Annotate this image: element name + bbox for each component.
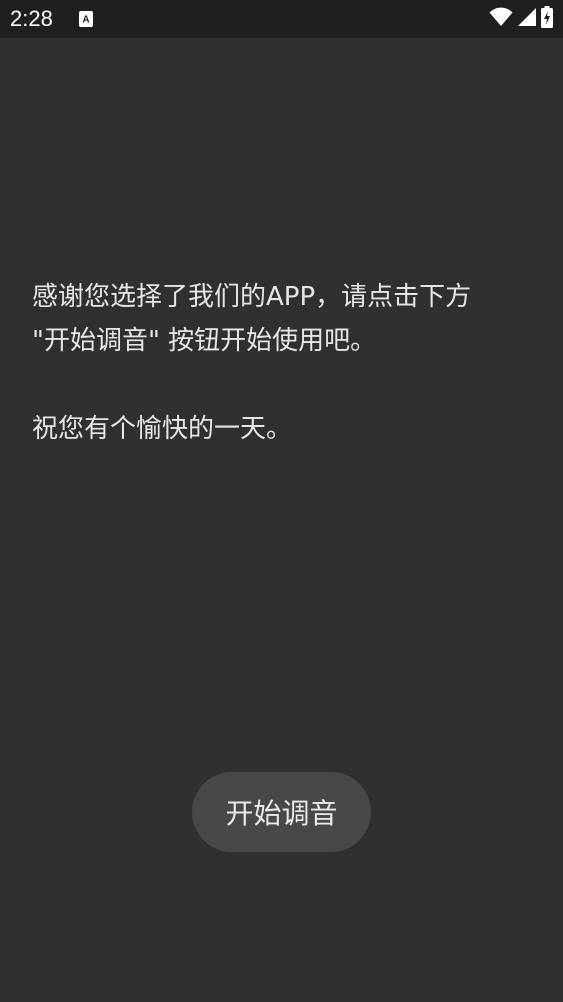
- cellular-signal-icon: [517, 7, 537, 31]
- welcome-message: 感谢您选择了我们的APP，请点击下方 "开始调音" 按钮开始使用吧。 祝您有个愉…: [32, 275, 532, 451]
- start-tuning-button[interactable]: 开始调音: [192, 772, 371, 852]
- status-time: 2:28: [10, 6, 53, 31]
- wifi-icon: [489, 7, 513, 31]
- message-line-3: 祝您有个愉快的一天。: [32, 414, 293, 444]
- svg-text:A: A: [82, 15, 89, 26]
- status-bar: 2:28 A: [0, 0, 563, 38]
- text-notification-icon: A: [78, 10, 94, 28]
- message-line-1: 感谢您选择了我们的APP，请点击下方: [32, 282, 472, 312]
- message-line-2: "开始调音" 按钮开始使用吧。: [32, 326, 377, 356]
- status-icons: [489, 6, 553, 32]
- battery-charging-icon: [541, 6, 553, 32]
